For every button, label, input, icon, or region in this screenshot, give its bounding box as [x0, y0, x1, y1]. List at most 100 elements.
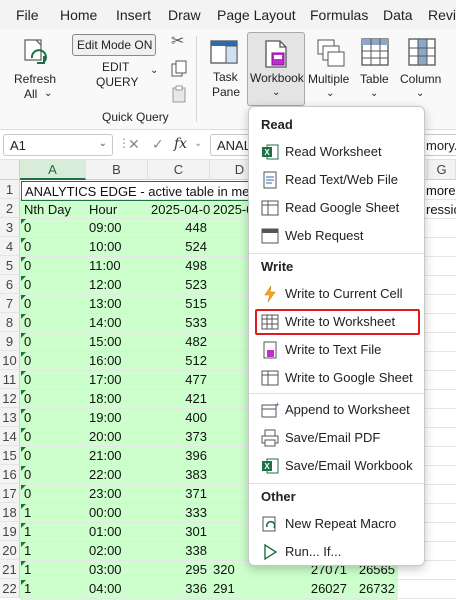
cell-c3[interactable]: 448 — [148, 218, 210, 237]
write-to-google-sheet-item[interactable]: Write to Google Sheet — [255, 365, 420, 391]
cell-a19[interactable]: 1 — [21, 522, 86, 541]
cell-a18[interactable]: 1 — [21, 503, 86, 522]
write-to-current-cell-item[interactable]: Write to Current Cell — [255, 281, 420, 307]
append-to-worksheet-item[interactable]: + Append to Worksheet — [255, 397, 420, 423]
cell-b9[interactable]: 15:00 — [86, 332, 148, 351]
row-header[interactable]: 9 — [0, 332, 20, 351]
cell-b11[interactable]: 17:00 — [86, 370, 148, 389]
cell-c16[interactable]: 383 — [148, 465, 210, 484]
edit-query-button[interactable]: EDIT QUERY ⌄ — [92, 60, 164, 94]
row-header[interactable]: 15 — [0, 446, 20, 465]
multiple-button[interactable]: Multiple ⌄ — [306, 34, 354, 104]
read-worksheet-item[interactable]: X Read Worksheet — [255, 139, 420, 165]
paste-icon[interactable] — [171, 85, 187, 103]
cell-a13[interactable]: 0 — [21, 408, 86, 427]
refresh-all-button[interactable]: Refresh All ⌄ — [8, 34, 64, 104]
run-if-item[interactable]: Run... If... — [255, 539, 420, 565]
save-email-pdf-item[interactable]: Save/Email PDF — [255, 425, 420, 451]
row-header[interactable]: 7 — [0, 294, 20, 313]
cell-c19[interactable]: 301 — [148, 522, 210, 541]
cell-b6[interactable]: 12:00 — [86, 275, 148, 294]
menu-page-layout[interactable]: Page Layout — [217, 7, 296, 23]
save-email-workbook-item[interactable]: X Save/Email Workbook — [255, 453, 420, 479]
cell-b15[interactable]: 21:00 — [86, 446, 148, 465]
cell-a6[interactable]: 0 — [21, 275, 86, 294]
cell-c11[interactable]: 477 — [148, 370, 210, 389]
row-header[interactable]: 4 — [0, 237, 20, 256]
cell-a9[interactable]: 0 — [21, 332, 86, 351]
menu-insert[interactable]: Insert — [116, 7, 151, 23]
cell-b18[interactable]: 00:00 — [86, 503, 148, 522]
cell-c6[interactable]: 523 — [148, 275, 210, 294]
cell-b20[interactable]: 02:00 — [86, 541, 148, 560]
cell-a2[interactable]: Nth Day — [21, 200, 86, 219]
row-header[interactable]: 21 — [0, 560, 20, 579]
cell-c8[interactable]: 533 — [148, 313, 210, 332]
chevron-down-icon[interactable]: ⌄ — [194, 138, 202, 149]
cell-c7[interactable]: 515 — [148, 294, 210, 313]
read-google-sheet-item[interactable]: Read Google Sheet — [255, 195, 420, 221]
menu-formulas[interactable]: Formulas — [310, 7, 368, 23]
row-header[interactable]: 11 — [0, 370, 20, 389]
cell-b2[interactable]: Hour — [86, 200, 148, 219]
read-text-web-file-item[interactable]: Read Text/Web File — [255, 167, 420, 193]
write-to-worksheet-item[interactable]: Write to Worksheet — [255, 309, 420, 335]
menu-home[interactable]: Home — [60, 7, 97, 23]
cell-a22[interactable]: 1 — [21, 579, 86, 598]
cell-a14[interactable]: 0 — [21, 427, 86, 446]
cell-b12[interactable]: 18:00 — [86, 389, 148, 408]
cell-c20[interactable]: 338 — [148, 541, 210, 560]
row-header[interactable]: 10 — [0, 351, 20, 370]
menu-review[interactable]: Revi — [428, 7, 456, 23]
row-header[interactable]: 17 — [0, 484, 20, 503]
copy-icon[interactable] — [171, 60, 187, 78]
row-header[interactable]: 3 — [0, 218, 20, 237]
menu-draw[interactable]: Draw — [168, 7, 201, 23]
menu-file[interactable]: File — [16, 7, 39, 23]
table-button[interactable]: Table ⌄ — [356, 34, 394, 104]
check-icon[interactable]: ✓ — [152, 136, 164, 153]
cell-d22[interactable]: 291 — [210, 579, 248, 598]
workbook-button[interactable]: Workbook ⌄ — [247, 32, 305, 106]
cell-b13[interactable]: 19:00 — [86, 408, 148, 427]
cell-a15[interactable]: 0 — [21, 446, 86, 465]
cell-b4[interactable]: 10:00 — [86, 237, 148, 256]
cell-a11[interactable]: 0 — [21, 370, 86, 389]
cell-f22[interactable]: 26732 — [350, 579, 398, 598]
cell-b22[interactable]: 04:00 — [86, 579, 148, 598]
cell-b5[interactable]: 11:00 — [86, 256, 148, 275]
column-header-g[interactable]: G — [428, 160, 456, 180]
cell-a10[interactable]: 0 — [21, 351, 86, 370]
cell-a7[interactable]: 0 — [21, 294, 86, 313]
cell-c10[interactable]: 512 — [148, 351, 210, 370]
cell-g2[interactable]: ressic — [423, 200, 456, 219]
cancel-icon[interactable]: ✕ — [128, 136, 140, 153]
menu-data[interactable]: Data — [383, 7, 413, 23]
row-header[interactable]: 1 — [0, 180, 20, 199]
cell-a5[interactable]: 0 — [21, 256, 86, 275]
row-header[interactable]: 12 — [0, 389, 20, 408]
row-header[interactable]: 13 — [0, 408, 20, 427]
column-header-c[interactable]: C — [148, 160, 210, 180]
cell-c13[interactable]: 400 — [148, 408, 210, 427]
cell-a12[interactable]: 0 — [21, 389, 86, 408]
write-to-text-file-item[interactable]: Write to Text File — [255, 337, 420, 363]
cell-c21[interactable]: 295 — [148, 560, 210, 579]
cell-c9[interactable]: 482 — [148, 332, 210, 351]
fx-icon[interactable]: fx — [174, 136, 187, 152]
row-header[interactable]: 2 — [0, 199, 20, 218]
cell-b7[interactable]: 13:00 — [86, 294, 148, 313]
cell-b8[interactable]: 14:00 — [86, 313, 148, 332]
cell-a21[interactable]: 1 — [21, 560, 86, 579]
cell-c2[interactable]: 2025-04-0 — [148, 200, 210, 219]
row-header[interactable]: 19 — [0, 522, 20, 541]
cell-e22[interactable]: 26027 — [290, 579, 350, 598]
cell-a20[interactable]: 1 — [21, 541, 86, 560]
cell-a8[interactable]: 0 — [21, 313, 86, 332]
cell-c12[interactable]: 421 — [148, 389, 210, 408]
cell-c4[interactable]: 524 — [148, 237, 210, 256]
web-request-item[interactable]: Web Request — [255, 223, 420, 249]
column-button[interactable]: Column ⌄ — [398, 34, 444, 104]
new-repeat-macro-item[interactable]: New Repeat Macro — [255, 511, 420, 537]
cell-b17[interactable]: 23:00 — [86, 484, 148, 503]
